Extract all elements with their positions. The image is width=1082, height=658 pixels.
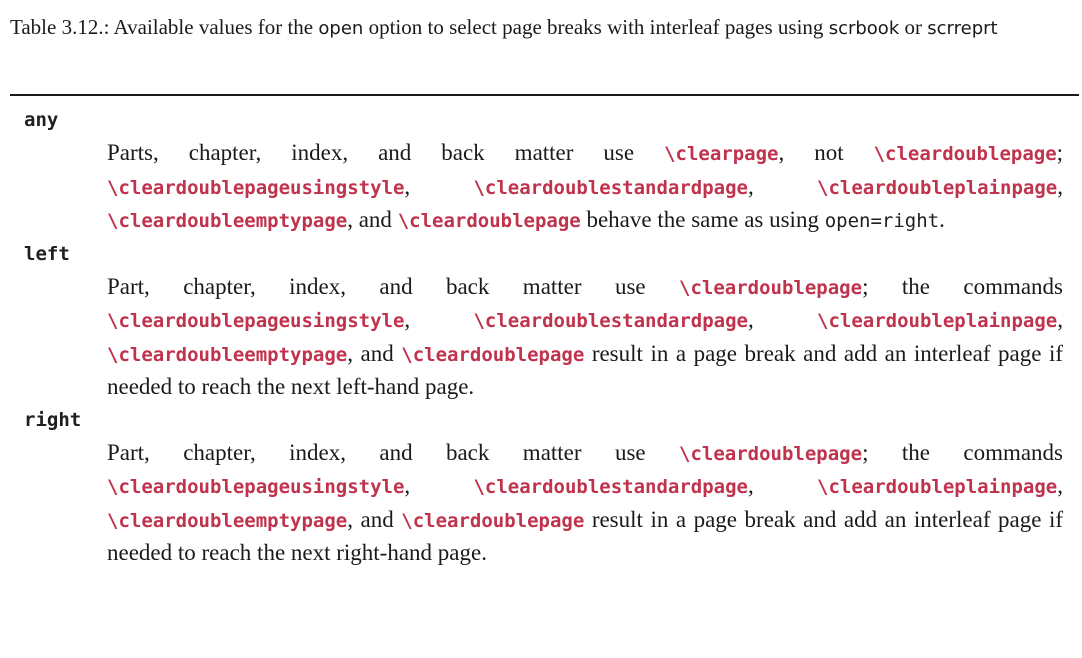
caption-conjunction: or xyxy=(904,15,923,39)
command-link[interactable]: \cleardoublepage xyxy=(401,344,584,366)
command-link[interactable]: \cleardoubleemptypage xyxy=(107,210,347,232)
table-caption: Table 3.12.: Available values for the op… xyxy=(10,14,1082,42)
description-text: , and xyxy=(347,340,394,366)
command-link[interactable]: \cleardoubleplainpage xyxy=(817,476,1057,498)
description-text: Part, chapter, index, and back matter us… xyxy=(107,439,646,465)
table-top-rule xyxy=(10,94,1079,96)
description-text: , xyxy=(404,473,411,498)
description-text: Parts, chapter, index, and back matter u… xyxy=(107,140,635,165)
command-link[interactable]: \cleardoublepageusingstyle xyxy=(107,177,404,199)
option-value-left: left xyxy=(24,242,70,265)
command-link[interactable]: \cleardoublestandardpage xyxy=(473,310,748,332)
command-link[interactable]: \cleardoubleemptypage xyxy=(107,344,347,366)
description-text: ; the commands xyxy=(862,273,1064,299)
command-link[interactable]: \cleardoublepage xyxy=(679,443,862,465)
description-text: behave the same as using xyxy=(586,207,819,232)
description-text: , xyxy=(404,173,411,199)
option-value-right: right xyxy=(24,408,82,431)
command-link[interactable]: \cleardoubleplainpage xyxy=(817,310,1057,332)
caption-text: Available values for the xyxy=(113,15,314,39)
command-link[interactable]: \cleardoublepageusingstyle xyxy=(107,476,404,498)
caption-text: option to select page breaks with interl… xyxy=(368,15,824,39)
description-text: , xyxy=(404,307,411,332)
option-value-any: any xyxy=(24,109,59,131)
description-text: , xyxy=(1057,473,1063,498)
option-setting: open=right xyxy=(824,210,940,232)
command-link[interactable]: \cleardoublepageusingstyle xyxy=(107,310,404,332)
description-text: , xyxy=(748,173,754,199)
description-text: , and xyxy=(347,207,392,232)
command-link[interactable]: \cleardoublestandardpage xyxy=(473,177,748,199)
caption-class-name: scrbook xyxy=(828,18,900,39)
command-link[interactable]: \cleardoublepage xyxy=(398,210,581,232)
option-values-list: any Parts, chapter, index, and back matt… xyxy=(0,104,1082,570)
command-link[interactable]: \cleardoubleemptypage xyxy=(107,510,347,532)
description-text: , xyxy=(1057,307,1063,332)
caption-option-name: open xyxy=(318,18,364,39)
command-link[interactable]: \cleardoubleplainpage xyxy=(817,177,1057,199)
description-text: , not xyxy=(778,140,844,165)
description-text: , xyxy=(748,473,754,498)
command-link[interactable]: \cleardoublepage xyxy=(874,143,1057,165)
description-text: , xyxy=(1057,173,1063,199)
description-text: . xyxy=(939,207,945,232)
command-link[interactable]: \clearpage xyxy=(664,143,778,165)
caption-number: Table 3.12.: xyxy=(10,15,110,39)
command-link[interactable]: \cleardoublepage xyxy=(401,510,584,532)
description-text: , and xyxy=(347,506,394,532)
caption-class-name: scrreprt xyxy=(927,18,998,39)
description-text: ; xyxy=(1056,140,1064,165)
description-text: , xyxy=(748,307,754,332)
command-link[interactable]: \cleardoublepage xyxy=(679,277,862,299)
description-text: Part, chapter, index, and back matter us… xyxy=(107,273,646,299)
option-description-right: Part, chapter, index, and back matter us… xyxy=(107,437,1063,570)
option-description-left: Part, chapter, index, and back matter us… xyxy=(107,271,1063,404)
command-link[interactable]: \cleardoublestandardpage xyxy=(473,476,748,498)
description-text: ; the commands xyxy=(862,439,1064,465)
option-description-any: Parts, chapter, index, and back matter u… xyxy=(107,137,1063,238)
